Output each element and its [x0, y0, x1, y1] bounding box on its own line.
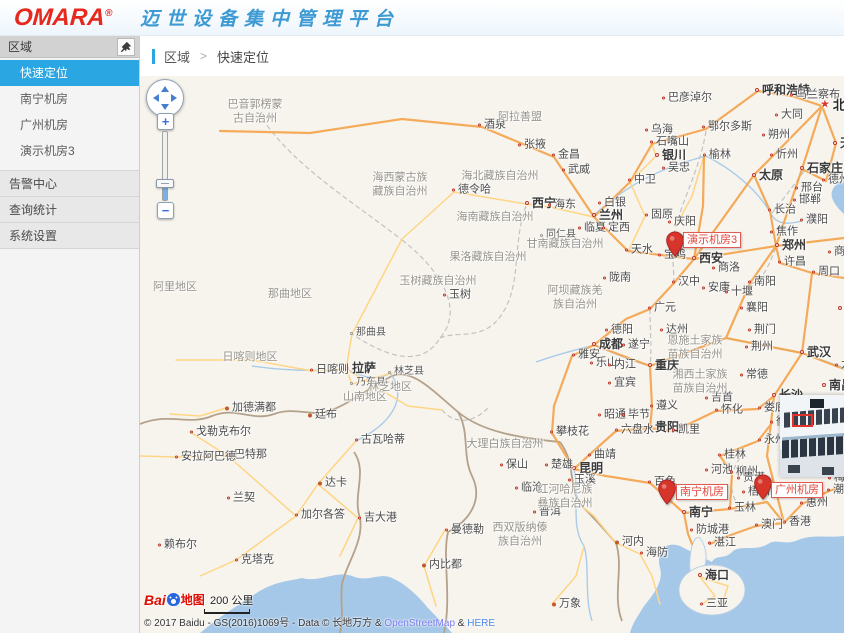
map-marker-label[interactable]: 广州机房 — [771, 482, 823, 498]
map-scale-control: 200 公里 — [204, 592, 253, 614]
baidu-logo-text: Bai — [144, 592, 166, 608]
cabinet-dark — [810, 399, 824, 408]
here-link[interactable]: HERE — [467, 618, 495, 629]
map-canvas[interactable]: ★北京呼和浩特天津石家庄太原银川西宁兰州郑州西安成都武汉重庆长沙南昌贵阳昆明拉萨… — [140, 76, 844, 633]
breadcrumb-current: 快速定位 — [217, 47, 269, 66]
baidu-maps-logo[interactable]: Bai 地图 — [144, 591, 205, 608]
baidu-ditu-text: 地图 — [181, 591, 205, 608]
map-marker-pin[interactable] — [658, 479, 677, 510]
map-marker-label[interactable]: 南宁机房 — [676, 484, 728, 500]
sidebar-region-label: 区域 — [8, 38, 32, 55]
sidebar-section[interactable]: 查询统计 — [0, 197, 139, 223]
map-base-layer — [140, 76, 844, 633]
openstreetmap-link[interactable]: OpenStreetMap — [384, 618, 455, 629]
baidu-paw-icon — [167, 593, 180, 606]
attribution-amp: & — [455, 618, 467, 629]
sidebar-items: 快速定位南宁机房广州机房演示机房3 — [0, 58, 139, 164]
sidebar-item[interactable]: 快速定位 — [0, 60, 139, 86]
pan-right-arrow-icon[interactable] — [171, 94, 177, 102]
cabinet-row — [782, 433, 844, 459]
platform-title: 迈世设备集中管理平台 — [140, 4, 400, 31]
cabinet-highlight-box — [792, 414, 813, 427]
sidebar-item[interactable]: 南宁机房 — [0, 86, 139, 112]
map-scale-label: 200 公里 — [204, 592, 253, 608]
zoom-in-button[interactable]: + — [157, 113, 174, 130]
attribution-text: © 2017 Baidu - GS(2016)1069号 - Data © 长地… — [144, 618, 384, 629]
registered-mark: ® — [105, 8, 113, 19]
zoom-slider-track[interactable] — [162, 131, 168, 201]
app-header: OMARA® 迈世设备集中管理平台 — [0, 0, 844, 36]
breadcrumb-accent — [152, 49, 155, 64]
room-3d-thumbnail[interactable] — [780, 395, 844, 477]
breadcrumb-separator: > — [200, 49, 207, 63]
pan-left-arrow-icon[interactable] — [153, 94, 159, 102]
map-marker-pin[interactable] — [754, 474, 773, 505]
breadcrumb: 区域 > 快速定位 — [141, 36, 844, 76]
sidebar-item[interactable]: 广州机房 — [0, 112, 139, 138]
breadcrumb-root[interactable]: 区域 — [164, 47, 190, 66]
map-attribution: © 2017 Baidu - GS(2016)1069号 - Data © 长地… — [144, 614, 495, 629]
sidebar-sections: 告警中心查询统计系统设置 — [0, 170, 139, 249]
map-pan-control[interactable] — [146, 79, 184, 117]
map-marker-pin[interactable] — [666, 231, 685, 262]
zoom-slider-handle[interactable] — [156, 179, 174, 188]
sidebar-section[interactable]: 系统设置 — [0, 223, 139, 249]
pan-down-arrow-icon[interactable] — [161, 104, 169, 110]
pan-up-arrow-icon[interactable] — [161, 86, 169, 92]
map-marker-label[interactable]: 演示机房3 — [683, 232, 741, 248]
sidebar: 区域 快速定位南宁机房广州机房演示机房3 告警中心查询统计系统设置 — [0, 36, 140, 633]
pin-icon[interactable] — [117, 38, 135, 56]
cabinet-unit — [788, 465, 800, 473]
sidebar-item[interactable]: 演示机房3 — [0, 138, 139, 164]
omara-logo: OMARA® — [13, 4, 113, 32]
sidebar-section[interactable]: 告警中心 — [0, 171, 139, 197]
sidebar-region-header: 区域 — [0, 36, 139, 58]
zoom-out-button[interactable]: − — [157, 202, 174, 219]
